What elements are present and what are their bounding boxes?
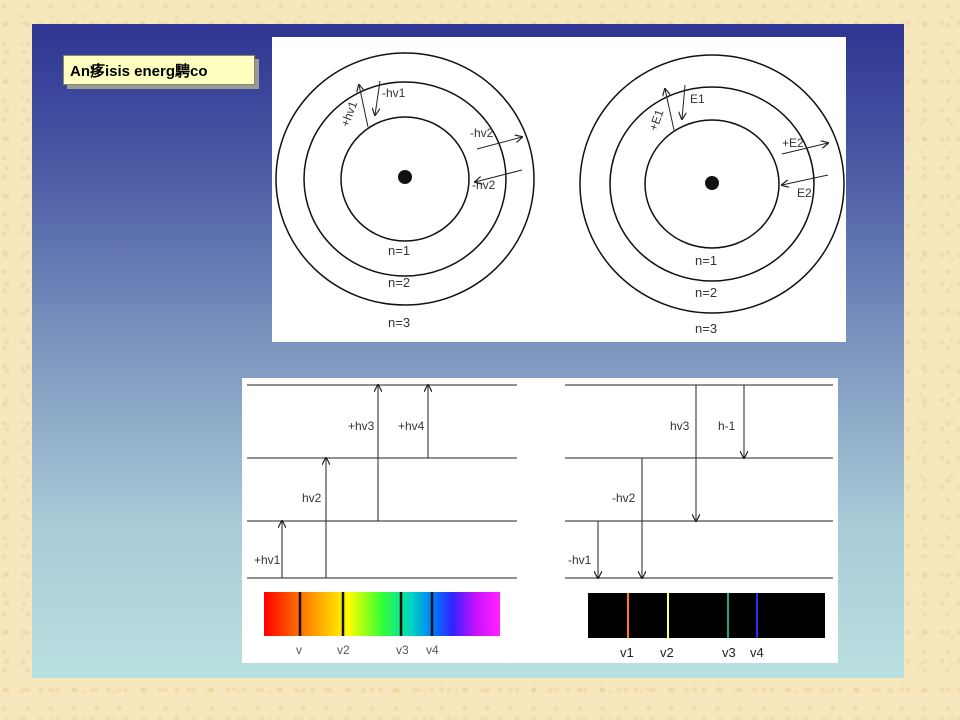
- left-label-outer-out: -hv2: [470, 126, 494, 140]
- absorption-label-1: +hv1: [254, 553, 281, 567]
- right-arrow-outer-in: [782, 174, 829, 185]
- energy-levels-svg: +hv1 hv2 +hv3 +hv4 -hv1 -hv2 hv3 h-1 v v…: [247, 378, 833, 660]
- atom-diagrams-panel: +hv1 -hv1 -hv2 -hv2 n=1 n=2 n=3 +E1 E1 +…: [272, 37, 846, 342]
- emission-spectrum-label-3: v3: [722, 645, 736, 660]
- right-label-outer-out: +E2: [782, 136, 804, 150]
- emission-label-2: -hv2: [612, 491, 636, 505]
- emission-spectrum-band: [588, 593, 825, 638]
- left-shell-label-2: n=2: [388, 275, 410, 290]
- emission-label-4: h-1: [718, 419, 736, 433]
- left-shell-label-3: n=3: [388, 315, 410, 330]
- emission-spectrum-label-2: v2: [660, 645, 674, 660]
- emission-spectrum-label-4: v4: [750, 645, 764, 660]
- right-label-inner-out: +E1: [646, 107, 667, 132]
- emission-label-3: hv3: [670, 419, 690, 433]
- left-label-inner-in: -hv1: [382, 86, 406, 100]
- emission-spectrum: v1 v2 v3 v4: [588, 593, 825, 660]
- emission-spectrum-label-1: v1: [620, 645, 634, 660]
- right-atom: +E1 E1 +E2 E2 n=1 n=2 n=3: [579, 54, 845, 336]
- absorption-spectrum-label-1: v: [296, 643, 302, 657]
- absorption-spectrum-label-2: v2: [337, 643, 350, 657]
- absorption-spectrum-label-3: v3: [396, 643, 409, 657]
- slide-title-text: An痑isis energ騁co: [70, 62, 208, 80]
- right-label-inner-in: E1: [690, 92, 705, 106]
- slide-title: An痑isis energ騁co: [63, 55, 255, 85]
- atom-diagrams-svg: +hv1 -hv1 -hv2 -hv2 n=1 n=2 n=3 +E1 E1 +…: [275, 52, 845, 336]
- energy-levels-panel: +hv1 hv2 +hv3 +hv4 -hv1 -hv2 hv3 h-1 v v…: [242, 378, 838, 663]
- emission-levels: -hv1 -hv2 hv3 h-1: [565, 384, 833, 578]
- right-shell-label-2: n=2: [695, 285, 717, 300]
- left-atom-nucleus: [398, 170, 412, 184]
- emission-label-1: -hv1: [568, 553, 592, 567]
- left-label-outer-in: -hv2: [472, 178, 496, 192]
- left-shell-label-1: n=1: [388, 243, 410, 258]
- absorption-label-4: +hv4: [398, 419, 425, 433]
- right-shell-label-1: n=1: [695, 253, 717, 268]
- left-atom: +hv1 -hv1 -hv2 -hv2 n=1 n=2 n=3: [275, 52, 535, 330]
- absorption-label-3: +hv3: [348, 419, 375, 433]
- absorption-spectrum: v v2 v3 v4: [264, 592, 500, 657]
- right-shell-label-3: n=3: [695, 321, 717, 336]
- right-atom-nucleus: [705, 176, 719, 190]
- absorption-levels: +hv1 hv2 +hv3 +hv4: [247, 385, 517, 579]
- right-label-outer-in: E2: [797, 186, 812, 200]
- absorption-spectrum-label-4: v4: [426, 643, 439, 657]
- absorption-label-2: hv2: [302, 491, 322, 505]
